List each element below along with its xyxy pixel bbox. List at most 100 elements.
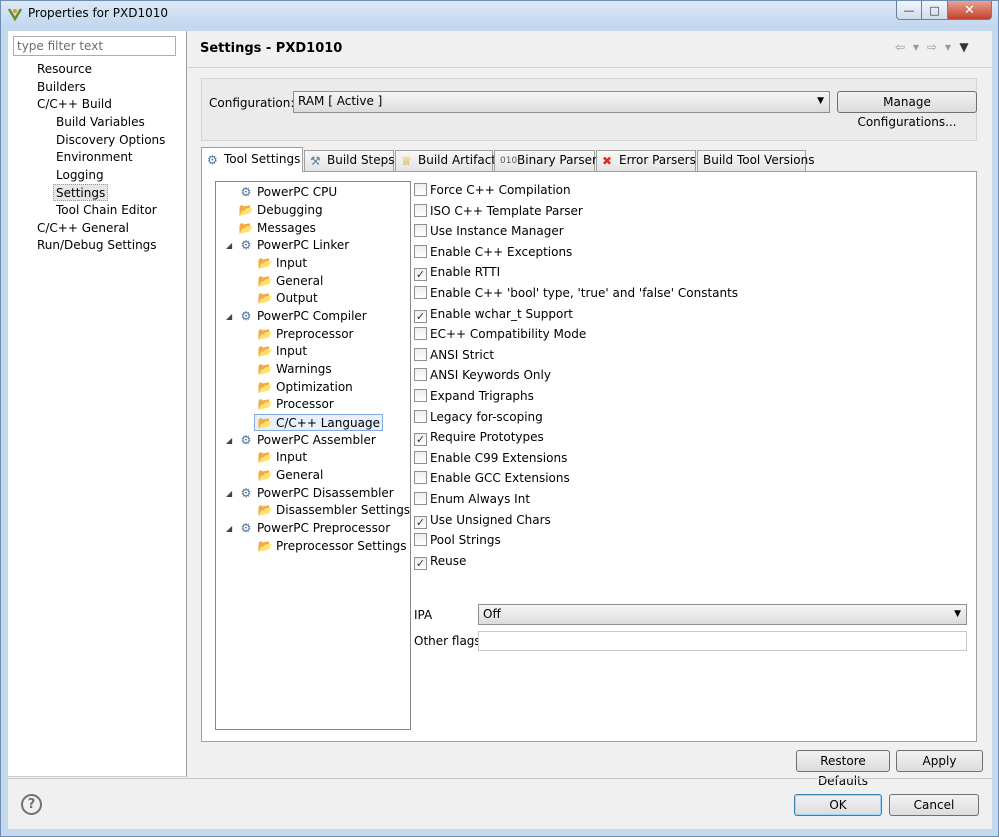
- checkbox-checked[interactable]: ✓: [414, 309, 427, 323]
- option-row[interactable]: ✓ Reuse: [414, 553, 466, 570]
- tree-item-powerpc-disassembler[interactable]: ◢ ⚙ PowerPC Disassembler: [226, 485, 394, 502]
- checkbox-unchecked[interactable]: [414, 368, 427, 382]
- checkbox-unchecked[interactable]: [414, 286, 427, 299]
- nav-item-builders[interactable]: Builders: [37, 79, 86, 96]
- option-row[interactable]: Pool Strings: [414, 532, 501, 549]
- nav-item-run-debug-settings[interactable]: Run/Debug Settings: [37, 237, 157, 254]
- option-row[interactable]: Enable C++ Exceptions: [414, 244, 572, 261]
- checkbox-unchecked[interactable]: [414, 389, 427, 402]
- checkbox-unchecked[interactable]: [414, 244, 427, 258]
- tree-item-compiler-processor[interactable]: 📂 Processor: [257, 396, 334, 413]
- configuration-select[interactable]: RAM [ Active ] ▼: [293, 91, 830, 113]
- checkbox-unchecked[interactable]: [414, 224, 427, 238]
- checkbox-checked[interactable]: ✓: [414, 556, 427, 570]
- option-row[interactable]: Enum Always Int: [414, 491, 530, 508]
- nav-item-cpp-build[interactable]: C/C++ Build: [37, 96, 112, 113]
- tree-item-compiler-optimization[interactable]: 📂 Optimization: [257, 379, 353, 396]
- view-menu-chevron-icon[interactable]: ▼: [957, 40, 971, 54]
- tree-item-assembler-input[interactable]: 📂 Input: [257, 449, 308, 466]
- expand-triangle-icon[interactable]: ◢: [226, 432, 232, 449]
- option-row[interactable]: ✓ Enable wchar_t Support: [414, 306, 573, 323]
- build-steps-icon: ⚒: [310, 154, 321, 168]
- checkbox-unchecked[interactable]: [414, 409, 427, 423]
- tree-item-compiler-warnings[interactable]: 📂 Warnings: [257, 361, 332, 378]
- tab-build-artifact[interactable]: ♕ Build Artifact: [395, 150, 496, 171]
- tree-item-powerpc-preprocessor[interactable]: ◢ ⚙ PowerPC Preprocessor: [226, 520, 390, 537]
- minimize-button[interactable]: —: [896, 1, 922, 20]
- option-row[interactable]: Force C++ Compilation: [414, 182, 571, 199]
- tree-item-messages[interactable]: 📂 Messages: [238, 220, 316, 237]
- tab-build-tool-versions[interactable]: Build Tool Versions: [697, 150, 814, 171]
- tab-build-steps[interactable]: ⚒ Build Steps: [304, 150, 395, 171]
- option-row[interactable]: Enable C++ 'bool' type, 'true' and 'fals…: [414, 285, 738, 302]
- tree-item-debugging[interactable]: 📂 Debugging: [238, 202, 323, 219]
- option-row[interactable]: Legacy for-scoping: [414, 409, 543, 426]
- nav-item-tool-chain-editor[interactable]: Tool Chain Editor: [56, 202, 157, 219]
- nav-item-logging[interactable]: Logging: [56, 167, 104, 184]
- option-row[interactable]: EC++ Compatibility Mode: [414, 326, 586, 343]
- other-flags-input[interactable]: [478, 631, 967, 651]
- restore-defaults-button[interactable]: Restore Defaults: [796, 750, 890, 788]
- back-arrow-icon[interactable]: ⇦: [893, 40, 907, 54]
- option-row[interactable]: Enable GCC Extensions: [414, 470, 570, 487]
- option-row[interactable]: ISO C++ Template Parser: [414, 203, 583, 220]
- tree-item-linker-input[interactable]: 📂 Input: [257, 255, 308, 272]
- ok-button[interactable]: OK: [794, 794, 882, 816]
- checkbox-unchecked[interactable]: [414, 327, 427, 341]
- option-row[interactable]: Expand Trigraphs: [414, 388, 534, 405]
- nav-item-discovery-options[interactable]: Discovery Options: [56, 132, 165, 149]
- checkbox-checked[interactable]: ✓: [414, 268, 427, 282]
- expand-triangle-icon[interactable]: ◢: [226, 237, 232, 254]
- expand-triangle-icon[interactable]: ◢: [226, 520, 232, 537]
- option-row[interactable]: ✓ Require Prototypes: [414, 429, 544, 447]
- forward-menu-chevron-icon[interactable]: ▾: [941, 40, 955, 54]
- tree-item-linker-general[interactable]: 📂 General: [257, 273, 324, 290]
- checkbox-unchecked[interactable]: [414, 450, 427, 464]
- tab-tool-settings[interactable]: ⚙ Tool Settings: [201, 147, 303, 172]
- ipa-select[interactable]: Off ▼: [478, 604, 967, 625]
- tree-item-preprocessor-settings[interactable]: 📂 Preprocessor Settings: [257, 538, 407, 555]
- checkbox-unchecked[interactable]: [414, 203, 427, 217]
- expand-triangle-icon[interactable]: ◢: [226, 308, 232, 325]
- checkbox-checked[interactable]: ✓: [414, 515, 427, 529]
- nav-item-resource[interactable]: Resource: [37, 61, 92, 78]
- maximize-button[interactable]: □: [922, 1, 948, 20]
- tree-item-cpp-language[interactable]: 📂 C/C++ Language: [254, 414, 383, 431]
- tree-item-powerpc-linker[interactable]: ◢ ⚙ PowerPC Linker: [226, 237, 349, 254]
- filter-input[interactable]: [13, 36, 176, 56]
- option-row[interactable]: ✓ Enable RTTI: [414, 264, 500, 282]
- back-menu-chevron-icon[interactable]: ▾: [909, 40, 923, 54]
- tree-item-powerpc-assembler[interactable]: ◢ ⚙ PowerPC Assembler: [226, 432, 376, 449]
- option-row[interactable]: ANSI Strict: [414, 347, 494, 364]
- nav-item-settings[interactable]: Settings: [53, 184, 109, 201]
- tree-item-linker-output[interactable]: 📂 Output: [257, 290, 318, 307]
- tree-item-assembler-general[interactable]: 📂 General: [257, 467, 324, 484]
- expand-triangle-icon[interactable]: ◢: [226, 485, 232, 502]
- tree-item-powerpc-cpu[interactable]: ⚙ PowerPC CPU: [238, 184, 338, 201]
- tree-item-compiler-input[interactable]: 📂 Input: [257, 343, 308, 360]
- checkbox-checked[interactable]: ✓: [414, 433, 427, 447]
- checkbox-unchecked[interactable]: [414, 347, 427, 361]
- tab-error-parsers[interactable]: ✖ Error Parsers: [596, 150, 696, 171]
- checkbox-unchecked[interactable]: [414, 183, 427, 196]
- apply-button[interactable]: Apply: [896, 750, 983, 772]
- checkbox-unchecked[interactable]: [414, 492, 427, 505]
- help-icon[interactable]: ?: [21, 794, 42, 815]
- cancel-button[interactable]: Cancel: [889, 794, 979, 816]
- close-button[interactable]: ✕: [948, 1, 992, 20]
- option-row[interactable]: Enable C99 Extensions: [414, 450, 567, 467]
- tab-binary-parsers[interactable]: 010 Binary Parsers: [494, 150, 603, 171]
- checkbox-unchecked[interactable]: [414, 471, 427, 485]
- manage-configurations-button[interactable]: Manage Configurations...: [837, 91, 977, 129]
- option-row[interactable]: ✓ Use Unsigned Chars: [414, 512, 551, 529]
- forward-arrow-icon[interactable]: ⇨: [925, 40, 939, 54]
- nav-item-environment[interactable]: Environment: [56, 149, 133, 166]
- tree-item-compiler-preprocessor[interactable]: 📂 Preprocessor: [257, 326, 354, 343]
- tree-item-powerpc-compiler[interactable]: ◢ ⚙ PowerPC Compiler: [226, 308, 367, 325]
- tree-item-disassembler-settings[interactable]: 📂 Disassembler Settings: [257, 502, 411, 519]
- nav-item-cpp-general[interactable]: C/C++ General: [37, 220, 129, 237]
- checkbox-unchecked[interactable]: [414, 533, 427, 547]
- option-row[interactable]: ANSI Keywords Only: [414, 367, 551, 384]
- option-row[interactable]: Use Instance Manager: [414, 223, 564, 240]
- nav-item-build-variables[interactable]: Build Variables: [56, 114, 145, 131]
